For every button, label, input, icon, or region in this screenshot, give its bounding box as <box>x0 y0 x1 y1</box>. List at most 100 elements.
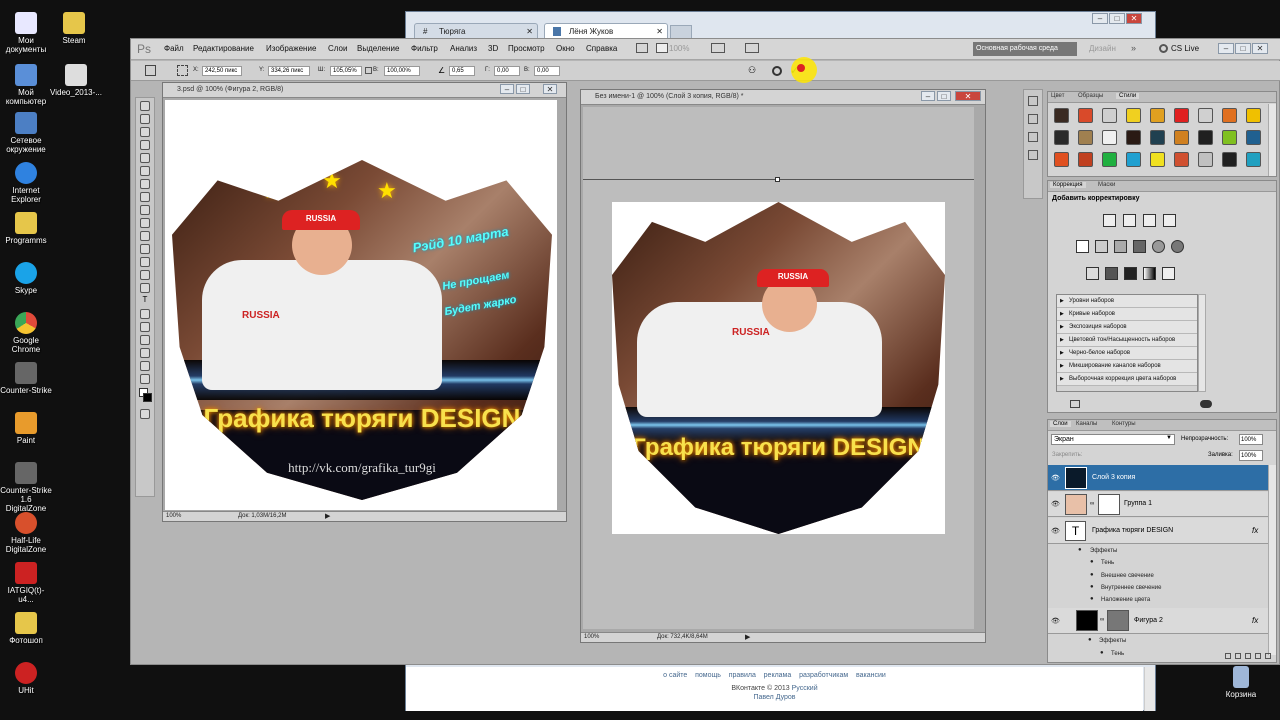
layer-name[interactable]: Фигура 2 <box>1134 617 1163 624</box>
style-swatch[interactable] <box>1078 130 1093 145</box>
preset-channel-mixer[interactable]: Микширование каналов наборов <box>1057 360 1197 373</box>
add-style-icon[interactable] <box>1235 653 1241 659</box>
preset-levels[interactable]: Уровни наборов <box>1057 295 1197 308</box>
3d-rotate-tool-icon[interactable] <box>140 335 150 345</box>
quick-mask-icon[interactable] <box>140 409 150 419</box>
fx-icon[interactable]: fx <box>1252 616 1258 625</box>
style-swatch[interactable] <box>1150 130 1165 145</box>
status-menu-icon[interactable]: ▶ <box>745 633 750 641</box>
x-field[interactable]: 242,50 пикс <box>202 66 242 76</box>
desktop-icon-chrome[interactable]: Google Chrome <box>0 312 52 354</box>
skew-h-field[interactable]: 0,00 <box>494 66 520 76</box>
levels-icon[interactable] <box>1123 214 1136 227</box>
new-layer-icon[interactable] <box>1255 653 1261 659</box>
desktop-icon-video[interactable]: Video_2013-... <box>50 64 102 97</box>
workspace-design-button[interactable]: Дизайн <box>1089 44 1116 53</box>
brightness-icon[interactable] <box>1103 214 1116 227</box>
eraser-tool-icon[interactable] <box>140 231 150 241</box>
style-swatch[interactable] <box>1126 108 1141 123</box>
preset-black-white[interactable]: Черно-белое наборов <box>1057 347 1197 360</box>
style-swatch[interactable] <box>1246 130 1261 145</box>
trash-icon[interactable] <box>1265 653 1271 659</box>
style-swatch[interactable] <box>1246 108 1261 123</box>
footer-language-link[interactable]: Русский <box>792 685 818 692</box>
zoom-tool-icon[interactable] <box>140 374 150 384</box>
tab-styles[interactable]: Стили <box>1116 93 1140 99</box>
menu-layers[interactable]: Слои <box>328 44 347 53</box>
close-icon[interactable]: ✕ <box>656 27 663 36</box>
style-swatch[interactable] <box>1150 108 1165 123</box>
gradient-map-icon[interactable] <box>1143 267 1156 280</box>
doc-close-button[interactable]: ✕ <box>955 91 981 101</box>
eyedropper-tool-icon[interactable] <box>140 166 150 176</box>
desktop-icon-file[interactable]: IATGIQ(t)-u4... <box>0 562 52 604</box>
desktop-icon-programms[interactable]: Programms <box>0 212 52 245</box>
doc-zoom[interactable]: 100% <box>166 513 181 519</box>
menu-view[interactable]: Просмотр <box>508 44 545 53</box>
status-menu-icon[interactable]: ▶ <box>325 512 330 520</box>
bridge-icon[interactable] <box>636 43 648 53</box>
close-button[interactable]: ✕ <box>1126 13 1142 24</box>
clone-stamp-tool-icon[interactable] <box>140 205 150 215</box>
style-swatch[interactable] <box>1246 152 1261 167</box>
tab-color[interactable]: Цвет <box>1051 93 1064 99</box>
layer-name[interactable]: Группа 1 <box>1124 500 1152 507</box>
cs-live-button[interactable]: CS Live <box>1171 44 1199 53</box>
blend-mode-select[interactable]: Экран ▼ <box>1051 434 1175 445</box>
panel-scrollbar[interactable] <box>1268 104 1276 176</box>
menu-help[interactable]: Справка <box>586 44 617 53</box>
selective-color-icon[interactable] <box>1162 267 1175 280</box>
more-workspaces-icon[interactable]: » <box>1131 43 1136 53</box>
return-to-list-icon[interactable] <box>1070 400 1080 408</box>
tab-paths[interactable]: Контуры <box>1112 421 1136 427</box>
menu-analysis[interactable]: Анализ <box>450 44 477 53</box>
style-swatch[interactable] <box>1222 130 1237 145</box>
cancel-transform-icon[interactable] <box>772 66 782 76</box>
menu-3d[interactable]: 3D <box>488 44 498 53</box>
desktop-icon-recycle-bin[interactable]: Корзина <box>1216 666 1266 699</box>
style-swatch[interactable] <box>1054 108 1069 123</box>
invert-icon[interactable] <box>1086 267 1099 280</box>
eye-icon[interactable]: 👁 <box>1051 617 1061 625</box>
exposure-icon[interactable] <box>1163 214 1176 227</box>
tab-swatches[interactable]: Образцы <box>1078 93 1103 99</box>
lasso-tool-icon[interactable] <box>140 127 150 137</box>
tab-masks[interactable]: Маски <box>1098 182 1115 188</box>
clip-icon[interactable] <box>1200 400 1212 408</box>
desktop-icon-network[interactable]: Сетевое окружение <box>0 112 52 154</box>
new-tab-button[interactable] <box>670 25 692 39</box>
style-swatch[interactable] <box>1174 108 1189 123</box>
y-field[interactable]: 334,26 пикс <box>268 66 310 76</box>
fx-icon[interactable]: fx <box>1252 526 1258 535</box>
effect-eye-icon[interactable]: ● <box>1100 650 1104 656</box>
effect-eye-icon[interactable]: ● <box>1090 559 1094 565</box>
effect-color-overlay[interactable]: Наложение цвета <box>1101 597 1150 603</box>
effect-drop-shadow[interactable]: Тень <box>1111 651 1124 657</box>
reference-point-icon[interactable] <box>177 65 188 76</box>
desktop-icon-paint[interactable]: Paint <box>0 412 52 445</box>
effect-eye-icon[interactable]: ● <box>1090 572 1094 578</box>
effects-eye-icon[interactable]: ● <box>1078 547 1082 553</box>
preset-selective-color[interactable]: Выборочная коррекция цвета наборов <box>1057 373 1197 386</box>
add-mask-icon[interactable] <box>1245 653 1251 659</box>
close-icon[interactable]: ✕ <box>526 27 533 36</box>
style-swatch[interactable] <box>1054 152 1069 167</box>
hand-tool-icon[interactable] <box>140 361 150 371</box>
mini-bridge-icon[interactable] <box>656 43 668 53</box>
dodge-tool-icon[interactable] <box>140 270 150 280</box>
menu-file[interactable]: Файл <box>164 44 184 53</box>
eye-icon[interactable]: 👁 <box>1051 474 1061 482</box>
black-white-icon[interactable] <box>1133 240 1146 253</box>
desktop-icon-skype[interactable]: Skype <box>0 262 52 295</box>
actions-panel-icon[interactable] <box>1028 114 1038 124</box>
fill-field[interactable]: 100% <box>1239 450 1263 461</box>
style-swatch[interactable] <box>1054 130 1069 145</box>
style-swatch[interactable] <box>1102 130 1117 145</box>
layer-name[interactable]: Графика тюряги DESIGN <box>1092 527 1173 534</box>
paragraph-panel-icon[interactable] <box>1028 150 1038 160</box>
doc-info[interactable]: Док: 1,03M/16,2M <box>238 513 286 519</box>
footer-link[interactable]: вакансии <box>856 672 886 679</box>
ps-minimize-button[interactable]: – <box>1218 43 1234 54</box>
healing-brush-tool-icon[interactable] <box>140 179 150 189</box>
history-panel-icon[interactable] <box>1028 96 1038 106</box>
